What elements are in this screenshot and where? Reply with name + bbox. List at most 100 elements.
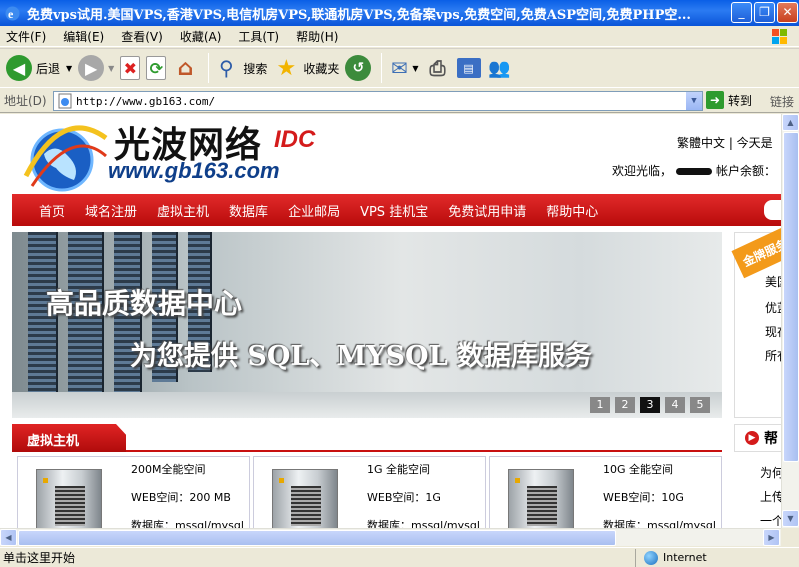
search-label: 搜索 — [243, 61, 268, 76]
plan-web-space: WEB空间：10G — [603, 491, 684, 504]
windows-logo-icon — [772, 29, 787, 44]
banner-page-1[interactable]: 1 — [590, 397, 610, 413]
menu-help[interactable]: 帮助(H) — [296, 28, 338, 45]
plan-name: 200M全能空间 — [131, 463, 206, 476]
server-image — [36, 469, 102, 528]
stop-icon: ✖ — [120, 56, 141, 80]
forward-button[interactable]: ▶ ▼ — [78, 51, 114, 85]
links-button[interactable]: 链接 — [770, 93, 794, 110]
minimize-button[interactable]: _ — [731, 2, 752, 23]
messenger-button[interactable]: 👥 — [487, 51, 513, 85]
vertical-scroll-thumb[interactable] — [783, 132, 799, 462]
help-header: ▶ 帮 — [734, 424, 781, 452]
play-icon: ▶ — [745, 431, 759, 445]
star-icon: ★ — [276, 55, 297, 81]
sidebar-item[interactable]: 美国 — [765, 273, 781, 290]
search-button[interactable]: ⚲ 搜索 — [213, 51, 267, 85]
zone-label: Internet — [663, 551, 707, 564]
hosting-plan-card[interactable]: 200M全能空间 WEB空间：200 MB 数据库：mssql/mysql — [17, 456, 250, 528]
banner-page-3[interactable]: 3 — [640, 397, 660, 413]
menu-view[interactable]: 查看(V) — [121, 28, 163, 45]
window-title: 免费vps试用.美国VPS,香港VPS,电信机房VPS,联通机房VPS,免备案v… — [27, 7, 691, 23]
globe-logo-icon — [23, 125, 108, 192]
menu-favorites[interactable]: 收藏(A) — [180, 28, 222, 45]
redacted-username — [676, 168, 713, 175]
scroll-down-icon[interactable]: ▼ — [782, 510, 799, 527]
banner-page-5[interactable]: 5 — [690, 397, 710, 413]
welcome-text: 欢迎光临， 帐户余额： — [612, 162, 776, 179]
nav-database[interactable]: 数据库 — [229, 201, 268, 220]
scroll-up-icon[interactable]: ▲ — [782, 114, 799, 131]
refresh-icon: ⟳ — [146, 56, 167, 80]
plan-name: 10G 全能空间 — [603, 463, 674, 476]
welcome-prefix: 欢迎光临， — [612, 164, 673, 178]
nav-hosting[interactable]: 虚拟主机 — [157, 201, 209, 220]
scroll-left-icon[interactable]: ◀ — [0, 529, 17, 546]
horizontal-scrollbar[interactable]: ◀ ▶ — [0, 528, 781, 546]
server-image — [508, 469, 574, 528]
nav-search-input[interactable] — [764, 200, 781, 220]
page-viewport: 光波网络 IDC www.gb163.com 繁體中文 | 今天是 欢迎光临，帐… — [0, 114, 781, 528]
address-input[interactable]: http://www.gb163.com/ ▼ — [53, 91, 703, 111]
plan-name: 1G 全能空间 — [367, 463, 431, 476]
internet-globe-icon — [644, 550, 658, 565]
print-button[interactable]: ⎙ — [425, 51, 451, 85]
vertical-scrollbar[interactable]: ▲ ▼ — [781, 114, 799, 528]
nav-mail[interactable]: 企业邮局 — [288, 201, 340, 220]
language-links[interactable]: 繁體中文 | 今天是 — [677, 134, 773, 151]
plan-database: 数据库：mssql/mysql — [603, 519, 716, 528]
service-tag: 金牌服务 — [731, 225, 781, 279]
brand-suffix: IDC — [274, 126, 316, 153]
stop-button[interactable]: ✖ — [120, 51, 141, 85]
home-icon: ⌂ — [177, 55, 194, 81]
status-message: 单击这里开始 — [0, 548, 636, 567]
hosting-plan-card[interactable]: 1G 全能空间 WEB空间：1G 数据库：mssql/mysql — [253, 456, 486, 528]
history-button[interactable]: ↺ — [345, 51, 372, 85]
favorites-button[interactable]: ★ 收藏夹 — [273, 51, 339, 85]
menu-file[interactable]: 文件(F) — [6, 28, 46, 45]
hosting-plan-card[interactable]: 10G 全能空间 WEB空间：10G 数据库：mssql/mysql — [489, 456, 722, 528]
balance-label: 帐户余额： — [716, 164, 777, 178]
nav-help[interactable]: 帮助中心 — [546, 201, 598, 220]
help-item[interactable]: 上传 — [760, 488, 781, 505]
hero-banner: 高品质数据中心 为您提供 SQL、MYSQL 数据库服务 1 2 3 4 5 — [12, 232, 722, 418]
sidebar-item[interactable]: 优蓝 — [765, 299, 781, 316]
help-item[interactable]: 为何 — [760, 464, 781, 481]
security-zone: Internet — [644, 550, 707, 565]
address-dropdown-icon[interactable]: ▼ — [685, 92, 702, 110]
close-button[interactable]: ✕ — [777, 2, 798, 23]
banner-page-2[interactable]: 2 — [615, 397, 635, 413]
mail-button[interactable]: ✉ ▼ — [386, 51, 419, 85]
menu-bar: 文件(F) 编辑(E) 查看(V) 收藏(A) 工具(T) 帮助(H) — [0, 26, 799, 47]
horizontal-scroll-thumb[interactable] — [18, 530, 616, 546]
address-url: http://www.gb163.com/ — [76, 94, 216, 108]
banner-pager: 1 2 3 4 5 — [590, 397, 715, 413]
scroll-right-icon[interactable]: ▶ — [763, 529, 780, 546]
go-arrow-icon: ➜ — [706, 91, 724, 109]
back-arrow-icon: ◀ — [6, 55, 32, 81]
banner-page-4[interactable]: 4 — [665, 397, 685, 413]
sidebar-item[interactable]: 所有 — [765, 347, 781, 364]
edit-button[interactable]: ▤ — [456, 51, 481, 85]
hosting-section-title: 虚拟主机 — [12, 424, 126, 452]
printer-icon: ⎙ — [429, 56, 446, 80]
plan-web-space: WEB空间：1G — [367, 491, 441, 504]
nav-free-trial[interactable]: 免费试用申请 — [448, 201, 526, 220]
hosting-section-header: 虚拟主机 — [12, 424, 722, 452]
maximize-button[interactable]: ❐ — [754, 2, 775, 23]
menu-edit[interactable]: 编辑(E) — [63, 28, 104, 45]
refresh-button[interactable]: ⟳ — [146, 51, 167, 85]
nav-domain[interactable]: 域名注册 — [85, 201, 137, 220]
menu-tools[interactable]: 工具(T) — [238, 28, 279, 45]
sidebar-item[interactable]: 现在 — [765, 323, 781, 340]
help-title: 帮 — [764, 431, 778, 447]
back-button[interactable]: ◀ 后退 ▼ — [6, 51, 72, 85]
home-button[interactable]: ⌂ — [172, 51, 198, 85]
search-icon: ⚲ — [219, 56, 234, 80]
nav-vps[interactable]: VPS 挂机宝 — [360, 201, 428, 220]
svg-text:e: e — [8, 7, 14, 21]
go-button[interactable]: ➜ 转到 — [706, 91, 752, 109]
nav-home[interactable]: 首页 — [39, 201, 65, 220]
help-item[interactable]: 一个 — [760, 512, 781, 528]
go-label: 转到 — [728, 93, 753, 108]
